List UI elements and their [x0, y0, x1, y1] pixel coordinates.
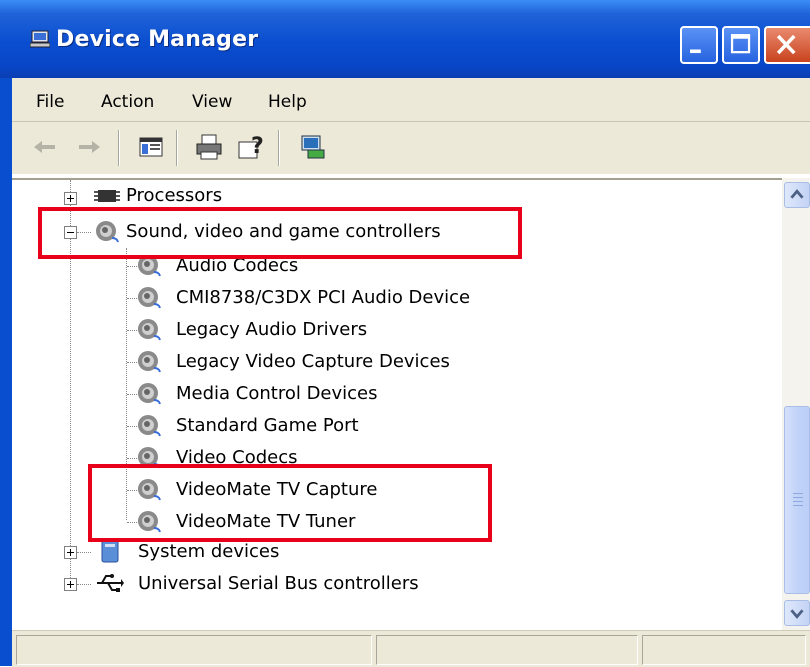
toolbar-separator	[176, 130, 178, 166]
scan-hardware-icon	[298, 135, 328, 166]
status-bar	[12, 630, 810, 667]
grip-line	[793, 497, 803, 498]
grip-line	[793, 501, 803, 502]
svg-text:?: ?	[251, 134, 264, 159]
expand-button[interactable]	[64, 546, 77, 559]
grip-line	[793, 493, 803, 494]
scroll-up-button[interactable]	[784, 182, 810, 208]
tree-item-label: Media Control Devices	[176, 383, 378, 404]
grip-line	[793, 505, 803, 506]
toolbar-separator	[118, 130, 120, 166]
tree-item-cmi8738-audio-device[interactable]: CMI8738/C3DX PCI Audio Device	[12, 284, 772, 312]
menu-view[interactable]: View	[192, 92, 232, 112]
back-button[interactable]	[30, 132, 60, 162]
scroll-thumb[interactable]	[784, 406, 810, 594]
tree-item-label: System devices	[138, 541, 280, 562]
arrow-down-icon	[785, 609, 809, 629]
menu-action[interactable]: Action	[101, 92, 154, 112]
computer-icon	[29, 30, 51, 48]
tree-item-media-control-devices[interactable]: Media Control Devices	[12, 380, 772, 408]
tree-item-legacy-audio-drivers[interactable]: Legacy Audio Drivers	[12, 316, 772, 344]
scroll-down-button[interactable]	[784, 600, 810, 626]
forward-arrow-icon	[74, 141, 104, 166]
expand-button[interactable]	[64, 192, 77, 205]
arrow-up-icon	[785, 189, 809, 211]
speaker-icon	[134, 412, 164, 438]
speaker-icon	[134, 284, 164, 310]
tree-item-usb-controllers[interactable]: Universal Serial Bus controllers	[12, 570, 772, 598]
tree-line	[77, 584, 91, 585]
help-icon: ?	[236, 134, 266, 166]
status-pane	[376, 635, 638, 665]
print-button[interactable]	[194, 132, 224, 162]
status-pane	[642, 635, 806, 665]
tree-item-standard-game-port[interactable]: Standard Game Port	[12, 412, 772, 440]
usb-icon	[94, 570, 124, 596]
vertical-scrollbar[interactable]	[782, 178, 810, 630]
menu-file[interactable]: File	[36, 92, 64, 112]
tree-item-label: Legacy Video Capture Devices	[176, 351, 450, 372]
window-border	[0, 78, 12, 666]
show-hide-console-tree-icon	[136, 137, 166, 166]
scan-hardware-button[interactable]	[298, 132, 328, 162]
forward-button[interactable]	[74, 132, 104, 162]
tree-item-system-devices[interactable]: System devices	[12, 538, 772, 566]
maximize-button[interactable]	[722, 26, 760, 64]
toolbar: ?	[0, 122, 810, 174]
tree-item-label: Universal Serial Bus controllers	[138, 573, 419, 594]
menu-help[interactable]: Help	[268, 92, 307, 112]
window-title: Device Manager	[56, 27, 259, 52]
highlight-box-sound-category	[38, 207, 522, 259]
speaker-icon	[134, 380, 164, 406]
highlight-box-videomate	[88, 464, 492, 542]
tree-item-label: Legacy Audio Drivers	[176, 319, 368, 340]
tree-item-processors[interactable]: Processors	[12, 182, 772, 210]
tree-item-label: Standard Game Port	[176, 415, 359, 436]
print-icon	[194, 134, 224, 166]
status-pane	[16, 635, 372, 665]
tree-item-label: CMI8738/C3DX PCI Audio Device	[176, 287, 471, 308]
tree-item-label: Processors	[126, 185, 223, 206]
minimize-button[interactable]	[680, 26, 718, 64]
tree-line	[77, 552, 91, 553]
show-hide-console-tree-button[interactable]	[136, 132, 166, 162]
speaker-icon	[134, 348, 164, 374]
help-button[interactable]: ?	[236, 132, 266, 162]
expand-button[interactable]	[64, 578, 77, 591]
menu-bar: File Action View Help	[0, 78, 810, 122]
toolbar-separator	[278, 130, 280, 166]
title-bar[interactable]: Device Manager	[0, 0, 810, 78]
speaker-icon	[134, 316, 164, 342]
back-arrow-icon	[30, 141, 60, 166]
close-button[interactable]	[764, 26, 810, 64]
tree-item-legacy-video-capture-devices[interactable]: Legacy Video Capture Devices	[12, 348, 772, 376]
